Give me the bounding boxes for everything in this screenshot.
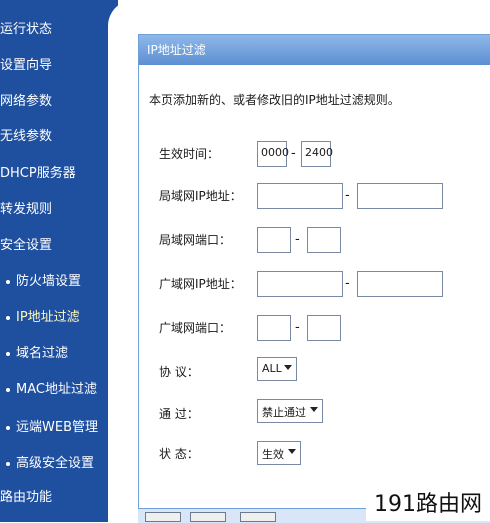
dropdown-arrow-icon	[310, 407, 318, 412]
sidebar-item-firewall[interactable]: 防火墙设置	[6, 270, 81, 294]
pass-label: 通 过：	[159, 407, 199, 421]
lan-port-end-input[interactable]	[307, 227, 341, 253]
bullet-icon	[6, 315, 10, 320]
wan-port-start-input[interactable]	[257, 315, 291, 341]
lan-port-start-input[interactable]	[257, 227, 291, 253]
bullet-icon	[6, 425, 10, 430]
protocol-label: 协 议：	[159, 365, 199, 379]
sidebar-item-status[interactable]: 运行状态	[0, 18, 52, 42]
status-select[interactable]: 生效	[257, 441, 301, 465]
lan-ip-end-input[interactable]	[357, 183, 443, 209]
wan-port-label: 广域网端口：	[159, 321, 232, 335]
status-label: 状 态：	[159, 447, 199, 461]
lan-ip-start-input[interactable]	[257, 183, 343, 209]
dropdown-arrow-icon	[288, 449, 296, 454]
wan-ip-label: 广域网IP地址：	[159, 277, 242, 291]
dropdown-arrow-icon	[284, 365, 292, 370]
sidebar-item-security[interactable]: 安全设置	[0, 234, 52, 258]
wan-port-end-input[interactable]	[307, 315, 341, 341]
sidebar-item-wireless[interactable]: 无线参数	[0, 125, 52, 149]
panel-title: IP地址过滤	[139, 35, 490, 65]
site-watermark: 191路由网	[366, 489, 490, 521]
sidebar-item-domain-filter[interactable]: 域名过滤	[6, 342, 68, 366]
pass-select[interactable]: 禁止通过	[257, 399, 323, 423]
panel-description: 本页添加新的、或者修改旧的IP地址过滤规则。	[149, 93, 400, 107]
dash-separator: -	[295, 232, 300, 247]
dash-separator: -	[345, 188, 350, 203]
sidebar-item-dhcp[interactable]: DHCP服务器	[0, 162, 76, 186]
sidebar-item-ip-filter[interactable]: IP地址过滤	[6, 306, 80, 330]
sidebar-item-advanced-security[interactable]: 高级安全设置	[6, 452, 94, 476]
sidebar-item-setup-wizard[interactable]: 设置向导	[0, 54, 52, 78]
divider-curve	[108, 0, 138, 522]
time-start-input[interactable]: 0000	[257, 141, 289, 167]
help-button[interactable]	[240, 512, 276, 522]
save-button[interactable]	[145, 512, 181, 522]
time-end-input[interactable]: 2400	[301, 141, 333, 167]
sidebar-item-forwarding[interactable]: 转发规则	[0, 198, 52, 222]
wan-ip-end-input[interactable]	[357, 271, 443, 297]
dash-separator: -	[291, 146, 296, 161]
bullet-icon	[6, 461, 10, 466]
lan-ip-label: 局域网IP地址：	[159, 189, 242, 203]
sidebar-item-remote-web[interactable]: 远端WEB管理	[6, 416, 98, 440]
sidebar-item-mac-filter[interactable]: MAC地址过滤	[6, 378, 97, 402]
sidebar-item-routing[interactable]: 路由功能	[0, 486, 52, 510]
protocol-select[interactable]: ALL	[257, 357, 297, 381]
bullet-icon	[6, 279, 10, 284]
back-button[interactable]	[190, 512, 226, 522]
ip-filter-panel: IP地址过滤 本页添加新的、或者修改旧的IP地址过滤规则。 生效时间： 0000…	[138, 34, 490, 523]
dash-separator: -	[295, 320, 300, 335]
lan-port-label: 局域网端口：	[159, 233, 232, 247]
effective-time-label: 生效时间：	[159, 147, 220, 161]
bullet-icon	[6, 387, 10, 392]
sidebar-nav: 运行状态 设置向导 网络参数 无线参数 DHCP服务器 转发规则 安全设置 防火…	[0, 0, 118, 522]
sidebar-item-network[interactable]: 网络参数	[0, 90, 52, 114]
dash-separator: -	[345, 276, 350, 291]
bullet-icon	[6, 351, 10, 356]
wan-ip-start-input[interactable]	[257, 271, 343, 297]
